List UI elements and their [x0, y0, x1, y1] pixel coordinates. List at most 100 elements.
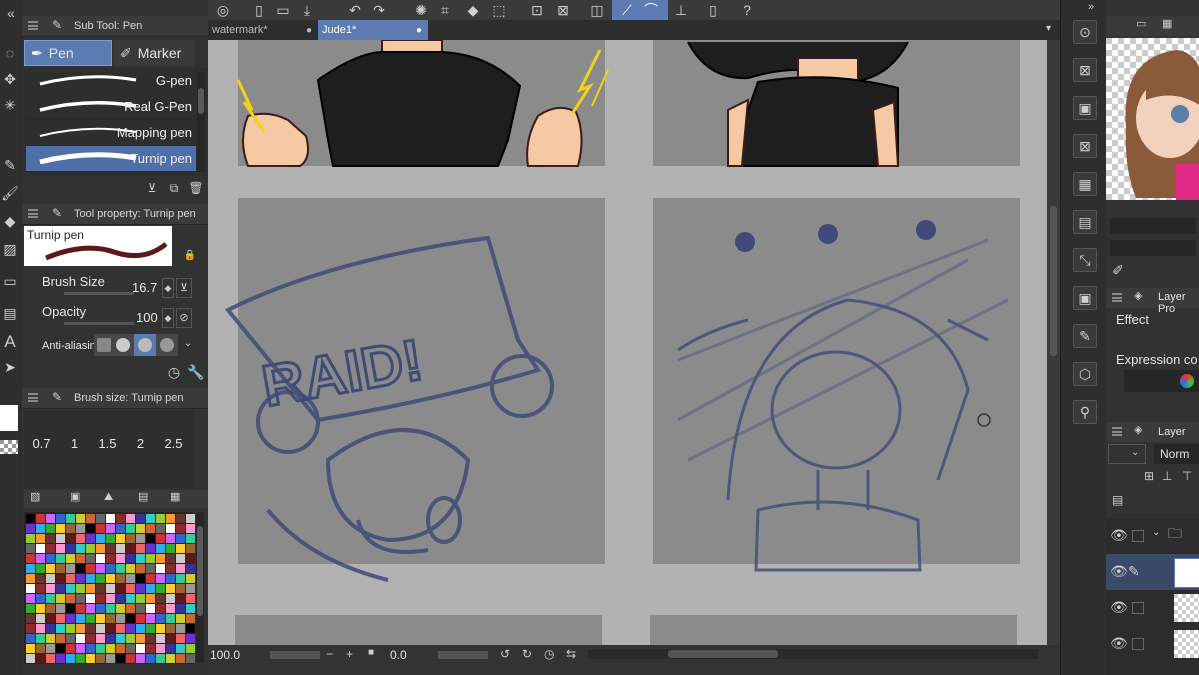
antialias-weak-option[interactable] — [116, 338, 130, 352]
color-swatch[interactable] — [46, 654, 55, 663]
color-swatch[interactable] — [156, 634, 165, 643]
color-swatch[interactable] — [186, 644, 195, 653]
color-swatch[interactable] — [146, 554, 155, 563]
color-swatch[interactable] — [106, 634, 115, 643]
color-swatch[interactable] — [126, 634, 135, 643]
zoom-value[interactable]: 100.0 — [210, 648, 240, 662]
color-swatch[interactable] — [146, 524, 155, 533]
color-swatch[interactable] — [46, 564, 55, 573]
panel-grip-icon[interactable] — [1112, 427, 1122, 436]
color-swatch[interactable] — [146, 544, 155, 553]
layer-search-button[interactable]: ⊠ — [1073, 134, 1097, 158]
color-swatch[interactable] — [186, 634, 195, 643]
color-swatch[interactable] — [176, 614, 185, 623]
lock-icon[interactable]: 🔒 — [184, 250, 196, 262]
color-swatch[interactable] — [46, 634, 55, 643]
layer-checkbox[interactable] — [1132, 530, 1144, 542]
color-swatch[interactable] — [156, 644, 165, 653]
panel-grip-icon[interactable] — [28, 21, 38, 30]
brush-item-mapping-pen[interactable]: Mapping pen — [26, 120, 196, 146]
color-swatch[interactable] — [46, 624, 55, 633]
color-swatch[interactable] — [56, 544, 65, 553]
color-swatch[interactable] — [56, 594, 65, 603]
intermediate-color-icon[interactable]: ▤ — [138, 492, 148, 503]
color-swatch[interactable] — [186, 624, 195, 633]
color-swatch[interactable] — [106, 554, 115, 563]
eye-icon[interactable]: 👁 — [1110, 528, 1128, 542]
color-swatch[interactable] — [46, 594, 55, 603]
color-swatch[interactable] — [176, 554, 185, 563]
color-swatch[interactable] — [86, 644, 95, 653]
size-option[interactable]: 0.7 — [25, 436, 58, 451]
layer-list-icon[interactable]: ▤ — [1112, 494, 1123, 506]
color-swatch[interactable] — [46, 534, 55, 543]
color-swatch[interactable] — [66, 514, 75, 523]
color-swatch[interactable] — [166, 534, 175, 543]
material-button[interactable]: ▣ — [1073, 96, 1097, 120]
size-option[interactable]: 2 — [124, 436, 157, 451]
color-swatch[interactable] — [106, 544, 115, 553]
color-swatch[interactable] — [86, 584, 95, 593]
color-swatch[interactable] — [56, 574, 65, 583]
color-swatch[interactable] — [136, 554, 145, 563]
pose-button[interactable]: ⚲ — [1073, 400, 1097, 424]
color-swatch[interactable] — [56, 644, 65, 653]
color-swatch[interactable] — [26, 574, 35, 583]
zoom-in-icon[interactable]: + — [346, 648, 353, 660]
color-swatch[interactable] — [116, 534, 125, 543]
color-swatch[interactable] — [96, 604, 105, 613]
color-swatch[interactable] — [46, 574, 55, 583]
eyedropper-icon[interactable]: ✐ — [1110, 262, 1126, 278]
color-swatch[interactable] — [66, 624, 75, 633]
navigator-button[interactable]: ⊙ — [1073, 20, 1097, 44]
color-swatch[interactable] — [146, 564, 155, 573]
frame-tool-icon[interactable]: ▤ — [0, 304, 20, 322]
color-swatch[interactable] — [116, 574, 125, 583]
main-color-swatch[interactable] — [0, 405, 18, 431]
color-swatch[interactable] — [66, 604, 75, 613]
brush-size-value[interactable]: 16.7 — [132, 280, 157, 295]
color-swatch[interactable] — [136, 654, 145, 663]
color-swatch[interactable] — [166, 574, 175, 583]
color-swatch[interactable] — [96, 644, 105, 653]
rotate-left-icon[interactable]: ↺ — [500, 648, 510, 660]
color-swatch[interactable] — [26, 654, 35, 663]
tab-watermark[interactable]: watermark* ● — [208, 20, 318, 40]
color-swatch[interactable] — [126, 544, 135, 553]
snap-toggle-group[interactable]: ⟋ ⌒ — [612, 0, 668, 20]
color-swatch[interactable] — [66, 544, 75, 553]
color-swatch[interactable] — [156, 534, 165, 543]
color-swatch[interactable] — [176, 534, 185, 543]
reset-rotation-icon[interactable]: ◷ — [544, 648, 554, 660]
ruler-icon[interactable]: ⊥ — [672, 2, 690, 18]
color-swatch[interactable] — [36, 514, 45, 523]
color-swatch[interactable] — [126, 514, 135, 523]
color-swatch[interactable] — [76, 514, 85, 523]
antialias-none-option[interactable] — [97, 338, 111, 352]
fill-tool-icon[interactable]: ▨ — [0, 240, 20, 258]
color-swatch[interactable] — [66, 654, 75, 663]
color-swatch[interactable] — [146, 584, 155, 593]
gradient-tool-icon[interactable]: ▭ — [0, 272, 20, 290]
color-swatch[interactable] — [136, 514, 145, 523]
color-swatch[interactable] — [186, 554, 195, 563]
color-swatch[interactable] — [136, 604, 145, 613]
lock-icon[interactable]: ⊞ — [1144, 470, 1154, 482]
color-swatch[interactable] — [66, 644, 75, 653]
color-swatch[interactable] — [36, 654, 45, 663]
color-swatch[interactable] — [36, 574, 45, 583]
canvas-vertical-scrollbar[interactable] — [1047, 40, 1060, 645]
color-swatch[interactable] — [126, 584, 135, 593]
color-swatch[interactable] — [156, 584, 165, 593]
brush-tool-icon[interactable]: 🖌 — [0, 184, 20, 202]
color-swatch[interactable] — [106, 614, 115, 623]
color-slider-icon[interactable]: ▣ — [70, 492, 80, 503]
color-swatch[interactable] — [116, 604, 125, 613]
color-swatch[interactable] — [76, 524, 85, 533]
chevron-down-icon[interactable]: ⌄ — [1152, 528, 1160, 538]
3d-button[interactable]: ⬡ — [1073, 362, 1097, 386]
rotate-right-icon[interactable]: ↻ — [522, 648, 532, 660]
color-swatch[interactable] — [136, 584, 145, 593]
color-swatch[interactable] — [76, 544, 85, 553]
color-swatch[interactable] — [116, 514, 125, 523]
